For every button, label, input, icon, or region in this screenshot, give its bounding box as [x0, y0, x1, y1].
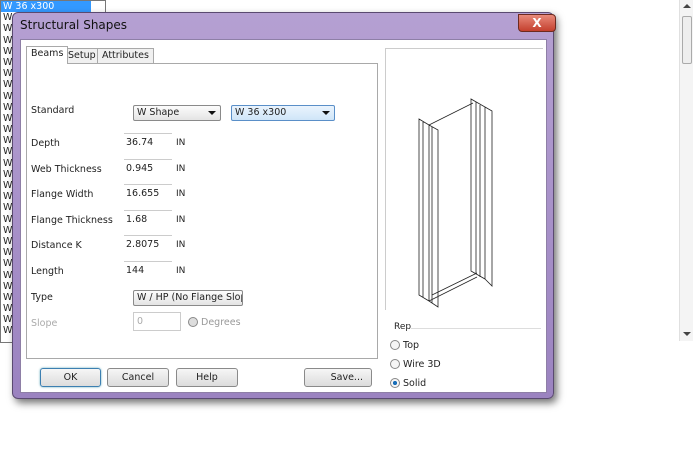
chevron-down-icon	[322, 111, 330, 115]
field-input[interactable]: 36.74	[124, 133, 172, 151]
slope-label: Slope	[31, 318, 58, 329]
unit-label: IN	[176, 265, 186, 276]
size-select[interactable]: W 36 x300	[231, 105, 335, 121]
save-button[interactable]: Save...	[304, 368, 372, 387]
rep-option-label: Solid	[403, 378, 427, 389]
rep-divider	[411, 328, 541, 329]
field-input[interactable]: 144	[124, 260, 172, 279]
rep-radio-solid[interactable]	[390, 378, 400, 388]
degrees-radio[interactable]	[188, 317, 198, 327]
degrees-label: Degrees	[201, 317, 241, 328]
help-button[interactable]: Help	[176, 368, 238, 387]
rep-option-label: Wire 3D	[403, 359, 441, 370]
rep-radio-wire-3d[interactable]	[390, 359, 400, 369]
field-input[interactable]: 0.945	[124, 158, 172, 177]
type-select[interactable]: W / HP (No Flange Slope)	[133, 290, 243, 306]
field-input[interactable]: 2.8075	[124, 235, 172, 253]
structural-shapes-dialog: Structural Shapes X Beams Setup Attribut…	[12, 12, 556, 399]
field-label: Length	[31, 265, 64, 277]
slope-input[interactable]: 0	[133, 312, 181, 331]
unit-label: IN	[176, 163, 186, 174]
chevron-down-icon	[208, 111, 216, 115]
window-title: Structural Shapes	[20, 18, 128, 32]
rep-option-label: Top	[403, 340, 420, 351]
field-label: Distance K	[31, 240, 82, 251]
tab-beams[interactable]: Beams	[26, 46, 69, 64]
type-label: Type	[31, 292, 53, 303]
standard-label: Standard	[31, 105, 75, 116]
unit-label: IN	[176, 214, 186, 225]
field-label: Flange Thickness	[31, 214, 113, 226]
list-item[interactable]: W 36 x300	[1, 1, 91, 13]
field-label: Flange Width	[31, 189, 94, 200]
dialog-client: Beams Setup Attributes Standard W Shape …	[20, 39, 547, 393]
ok-button[interactable]: OK	[40, 368, 101, 387]
cancel-button[interactable]: Cancel	[107, 368, 169, 387]
size-value: W 36 x300	[235, 107, 287, 118]
unit-label: IN	[176, 189, 186, 199]
field-label: Depth	[31, 138, 60, 149]
beam-3d-preview	[418, 98, 493, 308]
field-input[interactable]: 1.68	[124, 209, 172, 228]
standard-value: W Shape	[137, 107, 180, 118]
tab-setup[interactable]: Setup	[63, 48, 101, 64]
rep-radio-top[interactable]	[390, 340, 400, 350]
rep-group-label: Rep	[394, 322, 412, 332]
standard-select[interactable]: W Shape	[133, 105, 221, 121]
field-input[interactable]: 16.655	[124, 184, 172, 202]
close-button[interactable]: X	[518, 14, 556, 32]
preview-viewport	[385, 48, 543, 310]
unit-label: IN	[176, 138, 186, 148]
field-label: Web Thickness	[31, 163, 102, 175]
tab-attributes[interactable]: Attributes	[97, 48, 154, 64]
unit-label: IN	[176, 240, 186, 250]
